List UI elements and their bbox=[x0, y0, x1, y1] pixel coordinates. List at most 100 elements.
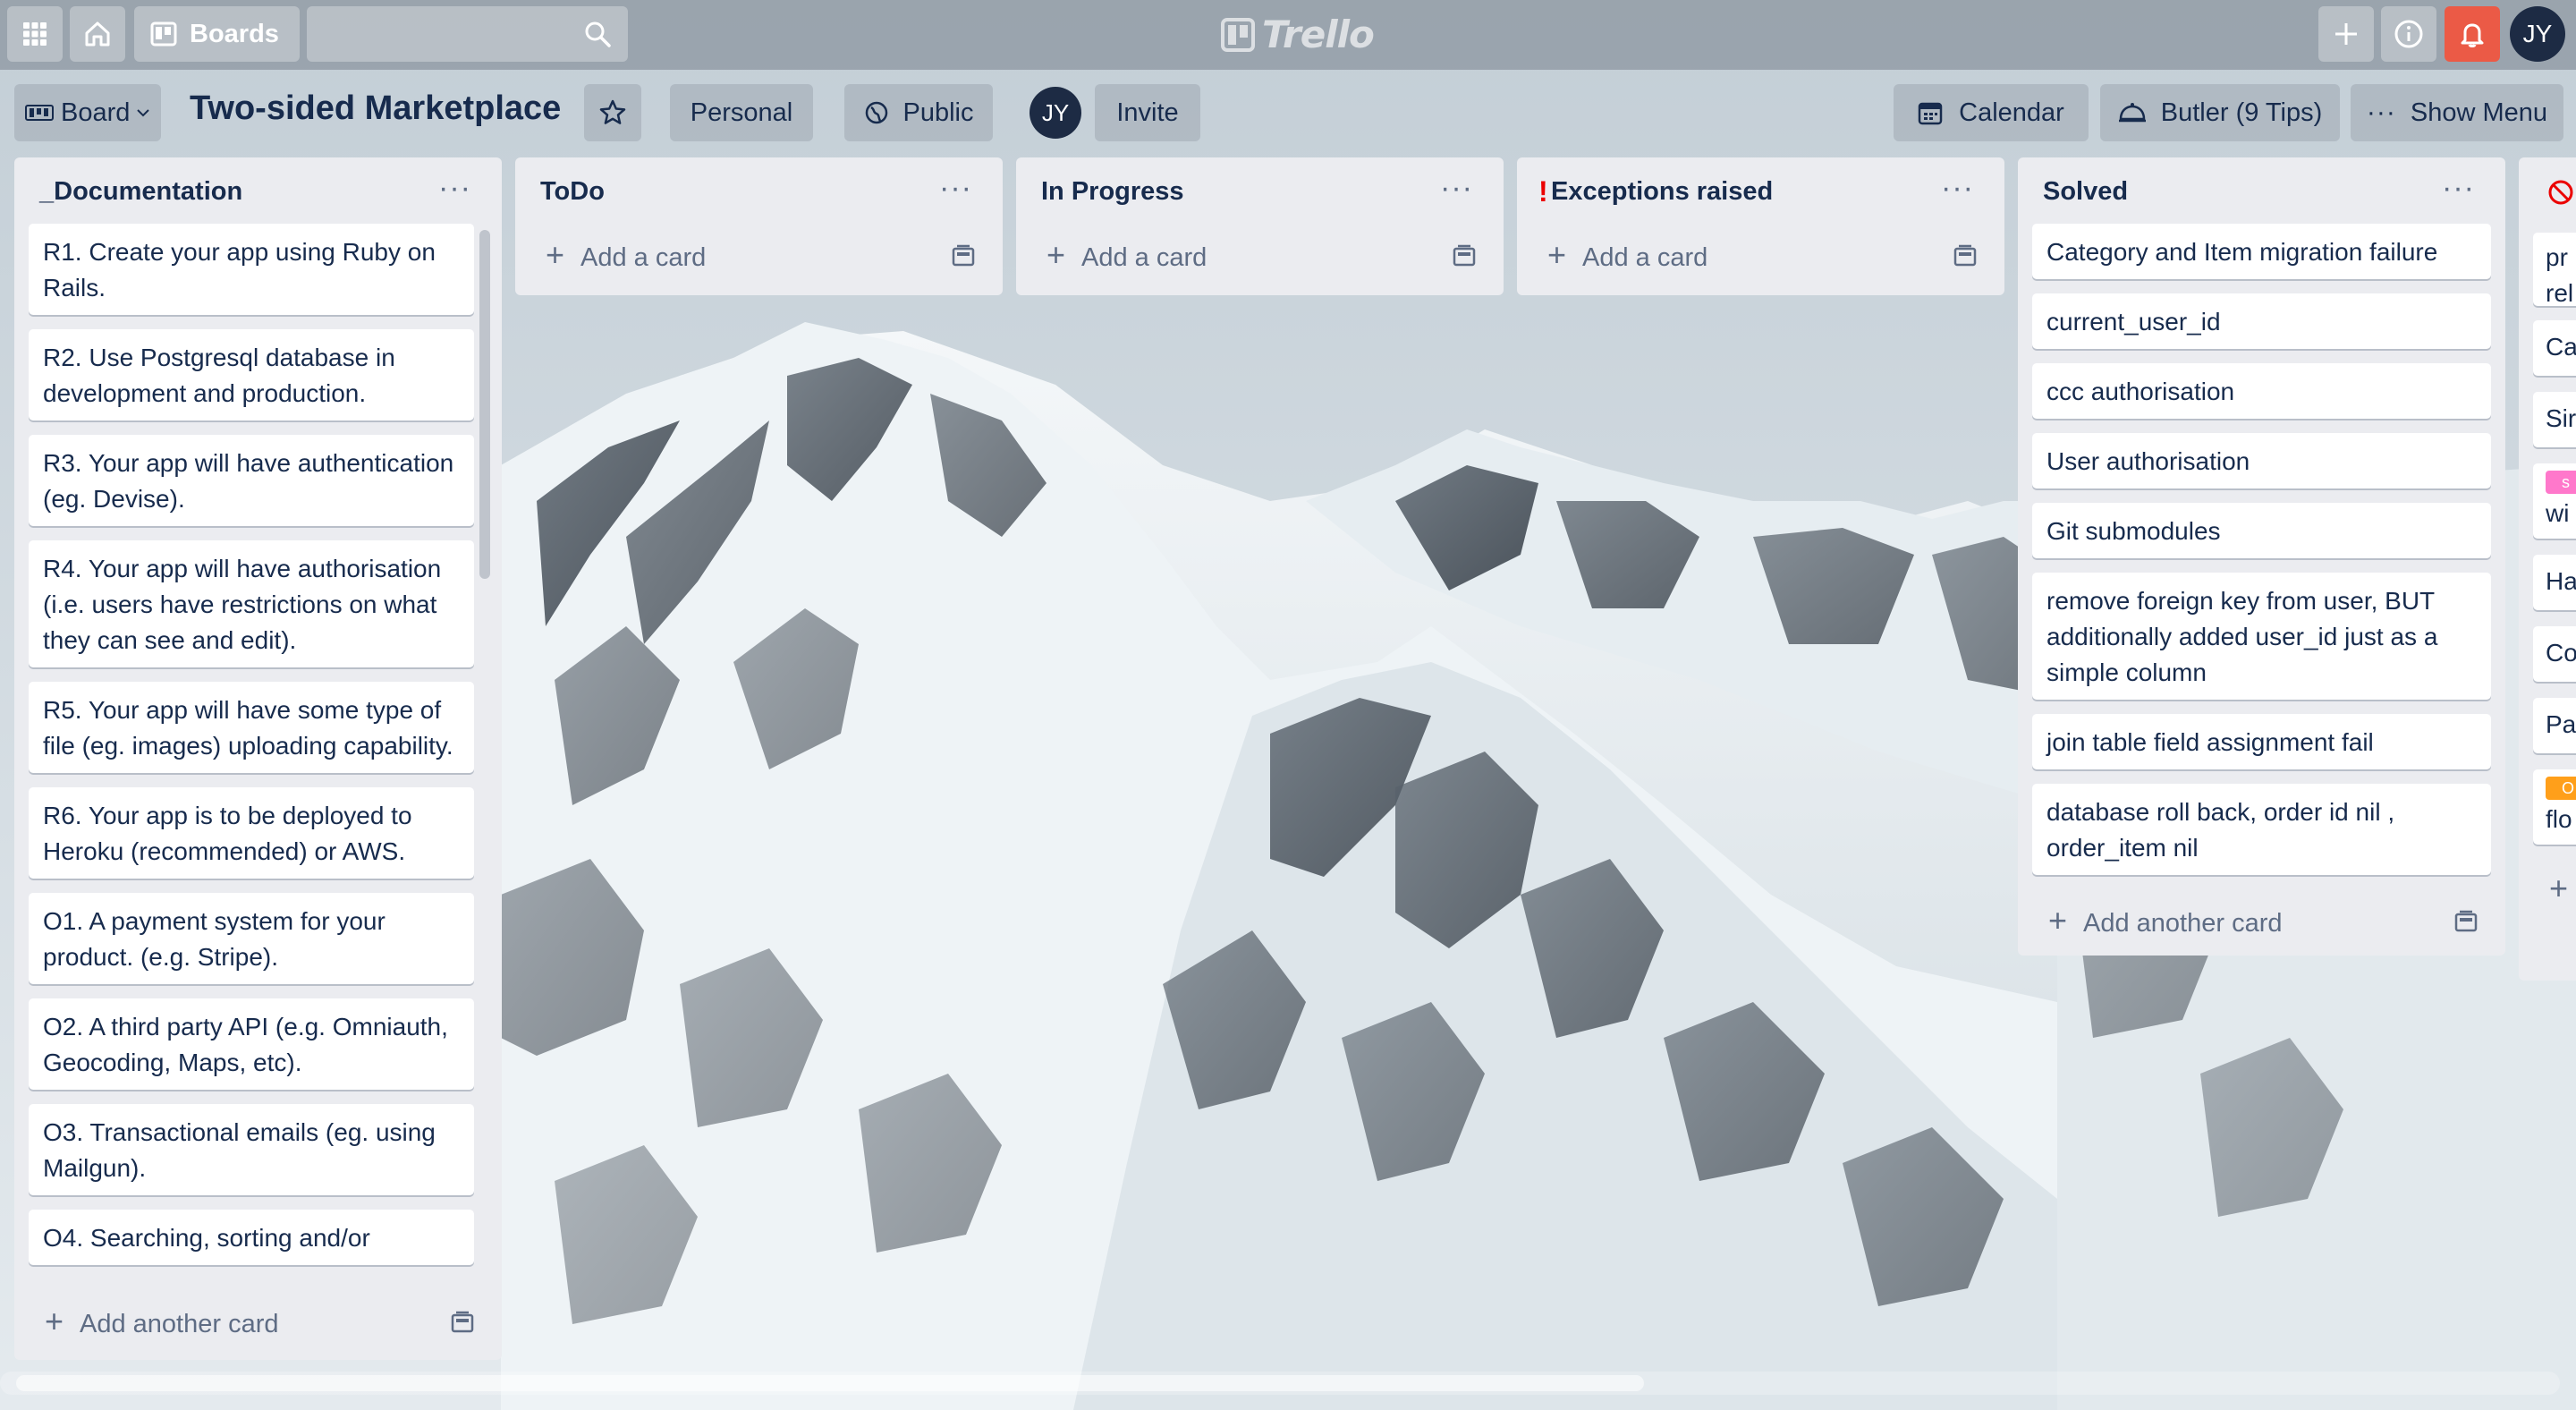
card[interactable]: pr rel bbox=[2533, 233, 2576, 307]
member-avatar[interactable]: JY bbox=[1030, 87, 1081, 139]
card[interactable]: Category and Item migration failure bbox=[2032, 224, 2491, 279]
card[interactable]: current_user_id bbox=[2032, 293, 2491, 349]
list-in-progress: In Progress ··· + Add a card bbox=[1016, 157, 1504, 295]
list-cards: R1. Create your app using Ruby on Rails.… bbox=[14, 224, 488, 1290]
add-card-label: Add another card bbox=[2083, 909, 2283, 938]
card-text-fragment: Pa bbox=[2546, 710, 2576, 738]
list-title[interactable]: _Documentation bbox=[39, 177, 242, 207]
card[interactable]: O2. A third party API (e.g. Omniauth, Ge… bbox=[29, 998, 474, 1090]
plus-icon: + bbox=[1547, 236, 1567, 273]
grid-icon bbox=[23, 22, 47, 46]
board-scrollbar-thumb[interactable] bbox=[16, 1375, 1644, 1391]
boards-button[interactable]: Boards bbox=[134, 6, 300, 62]
calendar-label: Calendar bbox=[1959, 98, 2064, 127]
card[interactable]: s wi bbox=[2533, 463, 2576, 539]
add-card-button[interactable]: + Add a card bbox=[515, 224, 1003, 290]
card-text-fragment: wi bbox=[2546, 499, 2570, 527]
calendar-button[interactable]: Calendar bbox=[1894, 84, 2089, 141]
visibility-button[interactable]: Public bbox=[844, 84, 993, 141]
plus-icon: + bbox=[1046, 236, 1066, 273]
home-button[interactable] bbox=[70, 6, 125, 62]
plus-icon: + bbox=[546, 236, 565, 273]
user-avatar[interactable]: JY bbox=[2510, 6, 2565, 62]
card[interactable]: R1. Create your app using Ruby on Rails. bbox=[29, 224, 474, 315]
card[interactable]: ccc authorisation bbox=[2032, 363, 2491, 419]
card[interactable]: Sir bbox=[2533, 392, 2576, 447]
card[interactable]: Pa bbox=[2533, 698, 2576, 753]
show-menu-button[interactable]: ··· Show Menu bbox=[2351, 84, 2563, 141]
card[interactable]: R6. Your app is to be deployed to Heroku… bbox=[29, 787, 474, 879]
trello-logo[interactable]: Trello bbox=[1221, 13, 1375, 56]
apps-button[interactable] bbox=[7, 6, 63, 62]
trello-logo-icon bbox=[1221, 17, 1255, 52]
list-menu-button[interactable]: ··· bbox=[1440, 171, 1473, 206]
card-template-icon[interactable] bbox=[1953, 243, 1978, 268]
card-text-fragment: pr bbox=[2546, 243, 2568, 271]
board-icon bbox=[150, 21, 177, 47]
card[interactable]: R2. Use Postgresql database in developme… bbox=[29, 329, 474, 420]
add-card-label: Add another card bbox=[80, 1310, 279, 1338]
list-menu-button[interactable]: ··· bbox=[2442, 171, 2475, 206]
card[interactable]: O1. A payment system for your product. (… bbox=[29, 893, 474, 984]
list-header: Solved ··· bbox=[2018, 157, 2505, 224]
add-card-button[interactable]: + Add a card bbox=[1016, 224, 1504, 290]
add-card-label: Add a card bbox=[1582, 243, 1708, 272]
star-button[interactable] bbox=[584, 84, 641, 141]
team-visibility-button[interactable]: Personal bbox=[670, 84, 813, 141]
list-todo: ToDo ··· + Add a card bbox=[515, 157, 1003, 295]
invite-button[interactable]: Invite bbox=[1095, 84, 1200, 141]
plus-icon[interactable]: + bbox=[2549, 870, 2568, 907]
card[interactable]: R4. Your app will have authorisation (i.… bbox=[29, 540, 474, 667]
card[interactable]: Git submodules bbox=[2032, 503, 2491, 558]
list-title[interactable]: In Progress bbox=[1041, 177, 1184, 207]
exclamation-icon: ! bbox=[1538, 175, 1548, 208]
card[interactable]: database roll back, order id nil , order… bbox=[2032, 784, 2491, 875]
notifications-button[interactable] bbox=[2445, 6, 2500, 62]
card[interactable]: O4. Searching, sorting and/or bbox=[29, 1210, 474, 1265]
butler-button[interactable]: Butler (9 Tips) bbox=[2100, 84, 2340, 141]
card-template-icon[interactable] bbox=[951, 243, 976, 268]
card[interactable]: O3. Transactional emails (eg. using Mail… bbox=[29, 1104, 474, 1195]
card[interactable]: remove foreign key from user, BUT additi… bbox=[2032, 573, 2491, 700]
card[interactable]: Ha bbox=[2533, 555, 2576, 610]
card[interactable]: Ca bbox=[2533, 320, 2576, 376]
add-card-button[interactable]: + Add another card bbox=[14, 1290, 502, 1356]
list-menu-button[interactable]: ··· bbox=[438, 171, 471, 206]
add-card-button[interactable]: + Add a card bbox=[1517, 224, 2004, 290]
search-input[interactable] bbox=[307, 6, 628, 62]
list-title[interactable]: ToDo bbox=[540, 177, 605, 207]
list-menu-button[interactable]: ··· bbox=[1941, 171, 1974, 206]
plus-icon bbox=[2335, 23, 2357, 45]
blocked-icon bbox=[2548, 180, 2573, 205]
card-text-fragment: flo bbox=[2546, 805, 2572, 833]
list-title[interactable]: ! Exceptions raised bbox=[1538, 175, 1773, 208]
board-title[interactable]: Two-sided Marketplace bbox=[190, 89, 561, 128]
add-card-button[interactable]: + Add another card bbox=[2018, 889, 2505, 956]
search-icon bbox=[585, 21, 611, 47]
list-title[interactable]: Solved bbox=[2043, 177, 2128, 207]
card-template-icon[interactable] bbox=[450, 1310, 475, 1335]
card[interactable]: R5. Your app will have some type of file… bbox=[29, 682, 474, 773]
user-initials: JY bbox=[2522, 20, 2553, 47]
list-scrollbar[interactable] bbox=[479, 230, 490, 579]
star-icon bbox=[599, 99, 626, 124]
calendar-icon bbox=[1918, 102, 1943, 125]
list-header: In Progress ··· bbox=[1016, 157, 1504, 224]
globe-icon bbox=[865, 101, 887, 124]
card[interactable]: Co bbox=[2533, 626, 2576, 682]
board-view-switcher[interactable]: Board bbox=[14, 84, 161, 141]
card-text-fragment: Ha bbox=[2546, 567, 2576, 595]
card-template-icon[interactable] bbox=[2453, 909, 2479, 934]
card-template-icon[interactable] bbox=[1452, 243, 1477, 268]
show-menu-label: Show Menu bbox=[2410, 98, 2548, 127]
card[interactable]: join table field assignment fail bbox=[2032, 714, 2491, 769]
create-button[interactable] bbox=[2318, 6, 2374, 62]
card[interactable]: O flo bbox=[2533, 769, 2576, 845]
label-badge-orange: O bbox=[2546, 777, 2576, 800]
list-menu-button[interactable]: ··· bbox=[939, 171, 972, 206]
card[interactable]: User authorisation bbox=[2032, 433, 2491, 488]
info-button[interactable] bbox=[2381, 6, 2436, 62]
card[interactable]: R3. Your app will have authentication (e… bbox=[29, 435, 474, 526]
card-text-fragment: Co bbox=[2546, 639, 2576, 667]
info-icon bbox=[2394, 20, 2423, 48]
